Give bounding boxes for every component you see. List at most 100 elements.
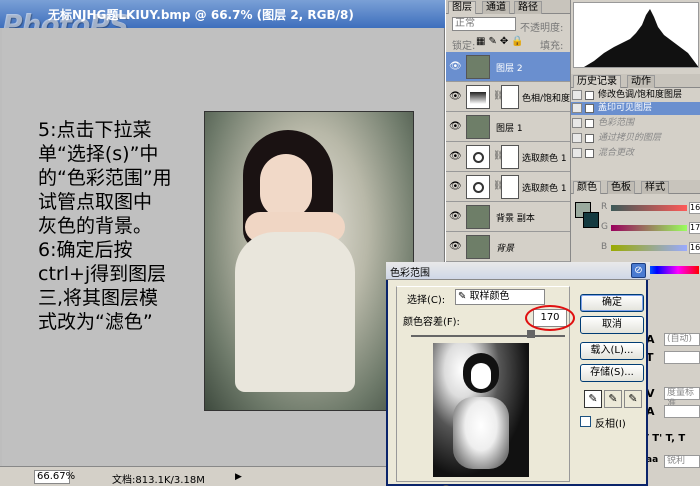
blue-slider[interactable]: B 16 <box>601 242 700 256</box>
layer-row[interactable]: 👁 ⛓ 选取颜色 1 <box>446 142 571 172</box>
select-dropdown[interactable]: ✎ 取样颜色 ▼ <box>455 289 596 305</box>
history-snapshot-box[interactable] <box>572 148 582 158</box>
fuzziness-slider-thumb[interactable] <box>527 330 535 338</box>
eyedropper-minus-icon[interactable]: ✎ <box>624 390 642 408</box>
close-icon[interactable]: ⊘ <box>631 263 646 278</box>
history-item-label: 混合更改 <box>598 148 635 158</box>
history-tabs: 历史记录 动作 <box>571 74 700 88</box>
fill-label: 填充: <box>540 41 564 52</box>
history-item[interactable]: 通过拷贝的图层 <box>571 132 700 145</box>
history-step-icon <box>585 104 594 113</box>
photo-body <box>235 232 355 392</box>
preview-body <box>453 397 509 469</box>
document-canvas[interactable]: 5:点击下拉菜 单“选择(s)”中 的“色彩范围”用 试管点取图中 灰色的背景。… <box>2 28 443 466</box>
document-titlebar[interactable]: PhotoPS 无标NJHG题LKIUY.bmp @ 66.7% (图层 2, … <box>0 0 445 41</box>
antialias-row[interactable]: aa 锐利 <box>640 454 700 470</box>
history-item-label: 修改色调/饱和度图层 <box>598 90 683 100</box>
history-snapshot-box[interactable] <box>572 103 582 113</box>
tab-layers[interactable]: 图层 <box>448 1 476 14</box>
slider-track[interactable] <box>611 205 687 211</box>
leading-row[interactable]: A (自动) <box>640 332 700 348</box>
slider-track[interactable] <box>611 245 687 251</box>
layer-row[interactable]: 👁 图层 1 <box>446 112 571 142</box>
adjustment-thumbnail <box>466 85 490 109</box>
tab-swatches[interactable]: 色板 <box>607 181 635 194</box>
zoom-field[interactable]: 66.67% <box>34 470 75 484</box>
opacity-label: 不透明度: <box>520 23 564 34</box>
dialog-titlebar[interactable]: 色彩范围 ⊘ <box>386 262 650 280</box>
vertical-scale-field[interactable] <box>664 351 700 364</box>
tracking-row[interactable]: A <box>640 404 700 420</box>
ok-button[interactable]: 确定 <box>580 294 644 312</box>
tab-paths[interactable]: 路径 <box>514 1 542 14</box>
history-item[interactable]: 盖印可见图层 <box>571 102 700 115</box>
blend-mode-select[interactable]: 正常 <box>452 17 516 31</box>
highlight-circle <box>525 305 575 331</box>
slider-track[interactable] <box>611 225 687 231</box>
instruction-line: 5:点击下拉菜 <box>38 119 152 141</box>
tab-history[interactable]: 历史记录 <box>573 75 621 88</box>
eye-icon[interactable]: 👁 <box>449 151 463 162</box>
tab-styles[interactable]: 样式 <box>641 181 669 194</box>
channel-label: R <box>601 202 608 212</box>
type-style-row[interactable]: T T' T, T <box>640 432 700 448</box>
vertical-scale-row[interactable]: T <box>640 350 700 366</box>
document-info: 文档:813.1K/3.18M <box>112 475 205 486</box>
cancel-button[interactable]: 取消 <box>580 316 644 334</box>
tab-actions[interactable]: 动作 <box>627 75 655 88</box>
green-slider[interactable]: G 17 <box>601 222 700 236</box>
layer-thumbnail <box>466 115 490 139</box>
eye-icon[interactable]: 👁 <box>449 211 463 222</box>
instruction-line: 的“色彩范围”用 <box>38 167 172 189</box>
history-snapshot-box[interactable] <box>572 90 582 100</box>
type-style-icons[interactable]: T T' T, T <box>642 433 685 444</box>
eye-icon[interactable]: 👁 <box>449 91 463 102</box>
history-item[interactable]: 色彩范围 <box>571 117 700 130</box>
layer-row[interactable]: 👁 ⛓ 色相/饱和度 1 <box>446 82 579 112</box>
layer-row[interactable]: 👁 背景 副本 <box>446 202 571 232</box>
channel-value[interactable]: 16 <box>689 242 700 254</box>
selection-preview[interactable] <box>433 343 529 477</box>
kerning-field[interactable]: 度量标准 <box>664 387 700 409</box>
history-item[interactable]: 修改色调/饱和度图层 <box>571 89 700 102</box>
tab-color[interactable]: 颜色 <box>573 181 601 194</box>
layer-name: 图层 1 <box>496 124 523 134</box>
layer-row[interactable]: 👁 ⛓ 选取颜色 1 <box>446 172 571 202</box>
eye-icon[interactable]: 👁 <box>449 181 463 192</box>
color-range-dialog: 色彩范围 ⊘ 选择(C): ✎ 取样颜色 ▼ 颜色容差(F): 170 确定 取… <box>386 262 650 486</box>
instruction-line: 单“选择(s)”中 <box>38 143 159 165</box>
eyedropper-plus-icon[interactable]: ✎ <box>604 390 622 408</box>
channel-value[interactable]: 16 <box>689 202 700 214</box>
layer-row[interactable]: 👁 图层 2 <box>446 52 571 82</box>
tracking-field[interactable] <box>664 405 700 418</box>
eyedropper-icon[interactable]: ✎ <box>584 390 602 408</box>
leading-field[interactable]: (自动) <box>664 333 700 346</box>
background-color-swatch[interactable] <box>583 212 599 228</box>
layer-name: 图层 2 <box>496 64 523 74</box>
eye-icon[interactable]: 👁 <box>449 121 463 132</box>
history-item[interactable]: 混合更改 <box>571 147 700 160</box>
load-button[interactable]: 载入(L)... <box>580 342 644 360</box>
fuzziness-slider[interactable] <box>411 335 565 337</box>
red-slider[interactable]: R 16 <box>601 202 700 216</box>
kerning-row[interactable]: V 度量标准 <box>640 386 700 409</box>
eye-icon[interactable]: 👁 <box>449 241 463 252</box>
history-snapshot-box[interactable] <box>572 133 582 143</box>
photo-image[interactable] <box>204 111 414 411</box>
eye-icon[interactable]: 👁 <box>449 61 463 72</box>
save-button[interactable]: 存储(S)... <box>580 364 644 382</box>
layer-name: 背景 <box>496 244 515 254</box>
antialias-field[interactable]: 锐利 <box>664 455 700 468</box>
instruction-line: 试管点取图中 <box>38 191 153 213</box>
history-item-label: 通过拷贝的图层 <box>598 133 662 143</box>
instruction-line: 式改为“滤色” <box>38 311 153 333</box>
layer-name: 选取颜色 1 <box>522 184 567 194</box>
layer-mask <box>501 145 519 169</box>
tab-channels[interactable]: 通道 <box>482 1 510 14</box>
layer-row[interactable]: 👁 背景 <box>446 232 571 262</box>
lock-icons[interactable]: ▦✎✥🔒 <box>476 36 527 47</box>
history-snapshot-box[interactable] <box>572 118 582 128</box>
status-arrow-icon[interactable]: ▶ <box>235 472 242 482</box>
channel-value[interactable]: 17 <box>689 222 700 234</box>
invert-checkbox[interactable] <box>580 416 591 427</box>
